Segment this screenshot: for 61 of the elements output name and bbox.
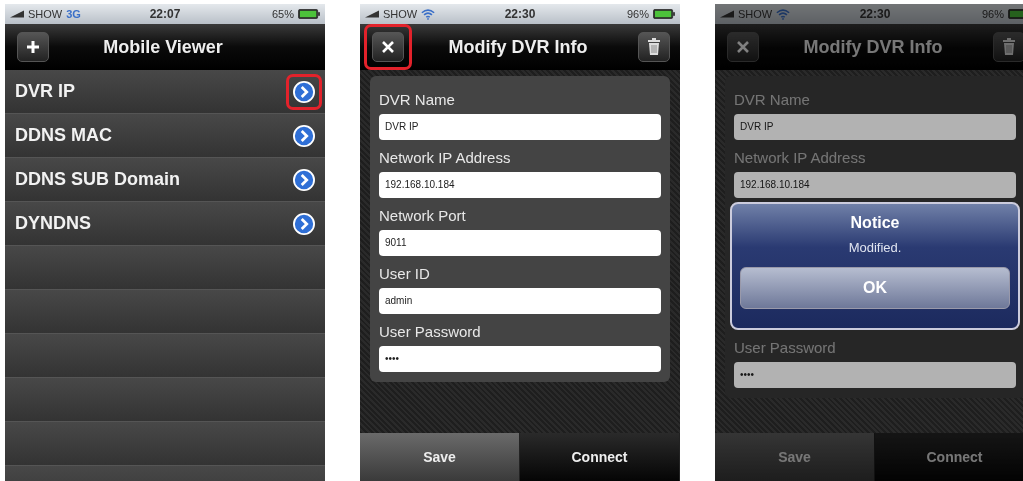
- field-label: User ID: [379, 265, 431, 282]
- input-field[interactable]: admin: [379, 288, 661, 314]
- clock-label: 22:07: [149, 7, 181, 21]
- alert-title: Notice: [850, 214, 900, 232]
- close-icon: [381, 40, 395, 54]
- carrier-label: SHOW: [28, 8, 63, 20]
- list-item-label: DVR IP: [15, 81, 75, 102]
- toolbar-button[interactable]: Connect: [875, 433, 1023, 481]
- input-field[interactable]: DVR IP: [734, 114, 1016, 140]
- wifi-icon: [776, 8, 791, 20]
- signal-icon: [720, 10, 734, 18]
- clock-label: 22:30: [504, 7, 536, 21]
- battery-label: 65%: [271, 8, 294, 20]
- network-label: 3G: [66, 8, 81, 20]
- list-item-label: DYNDNS: [15, 213, 91, 234]
- field-label: DVR Name: [734, 91, 811, 108]
- input-field[interactable]: 192.168.10.184: [734, 172, 1016, 198]
- list-item[interactable]: DVR IP: [5, 70, 325, 114]
- field-label: User Password: [734, 339, 837, 356]
- detail-disclosure-icon[interactable]: [293, 212, 315, 235]
- screen-title: Modify DVR Info: [447, 36, 589, 58]
- trash-icon: [647, 38, 661, 56]
- detail-disclosure-icon[interactable]: [293, 168, 315, 191]
- alert-message: Modified.: [848, 240, 902, 255]
- add-button[interactable]: [17, 32, 49, 62]
- screen-title: Modify DVR Info: [802, 36, 944, 58]
- battery-icon: [653, 9, 675, 19]
- field-label: Network Port: [379, 207, 467, 224]
- field-label: User Password: [379, 323, 482, 340]
- screen-title: Mobile Viewer: [102, 36, 224, 58]
- input-field[interactable]: 192.168.10.184: [379, 172, 661, 198]
- input-field[interactable]: 9011: [379, 230, 661, 256]
- battery-icon: [298, 9, 320, 19]
- list-item[interactable]: DYNDNS: [5, 202, 325, 246]
- plus-icon: [26, 40, 40, 54]
- toolbar-button[interactable]: Connect: [520, 433, 680, 481]
- list-item[interactable]: DDNS SUB Domain: [5, 158, 325, 202]
- list-item-label: DDNS MAC: [15, 125, 112, 146]
- input-field[interactable]: ••••: [379, 346, 661, 372]
- wifi-icon: [421, 8, 436, 20]
- input-field[interactable]: DVR IP: [379, 114, 661, 140]
- battery-label: 96%: [981, 8, 1004, 20]
- field-label: Network IP Address: [734, 149, 867, 166]
- input-field[interactable]: ••••: [734, 362, 1016, 388]
- list-item[interactable]: DDNS MAC: [5, 114, 325, 158]
- carrier-label: SHOW: [738, 8, 773, 20]
- carrier-label: SHOW: [383, 8, 418, 20]
- close-icon: [736, 40, 750, 54]
- delete-button[interactable]: [638, 32, 670, 62]
- battery-label: 96%: [626, 8, 649, 20]
- field-label: Network IP Address: [379, 149, 512, 166]
- detail-disclosure-icon[interactable]: [293, 80, 315, 103]
- signal-icon: [10, 10, 24, 18]
- signal-icon: [365, 10, 379, 18]
- detail-disclosure-icon[interactable]: [293, 124, 315, 147]
- clock-label: 22:30: [859, 7, 891, 21]
- list-item-label: DDNS SUB Domain: [15, 169, 180, 190]
- close-button[interactable]: [372, 32, 404, 62]
- toolbar-button[interactable]: Save: [360, 433, 520, 481]
- field-label: DVR Name: [379, 91, 456, 108]
- trash-icon: [1002, 38, 1016, 56]
